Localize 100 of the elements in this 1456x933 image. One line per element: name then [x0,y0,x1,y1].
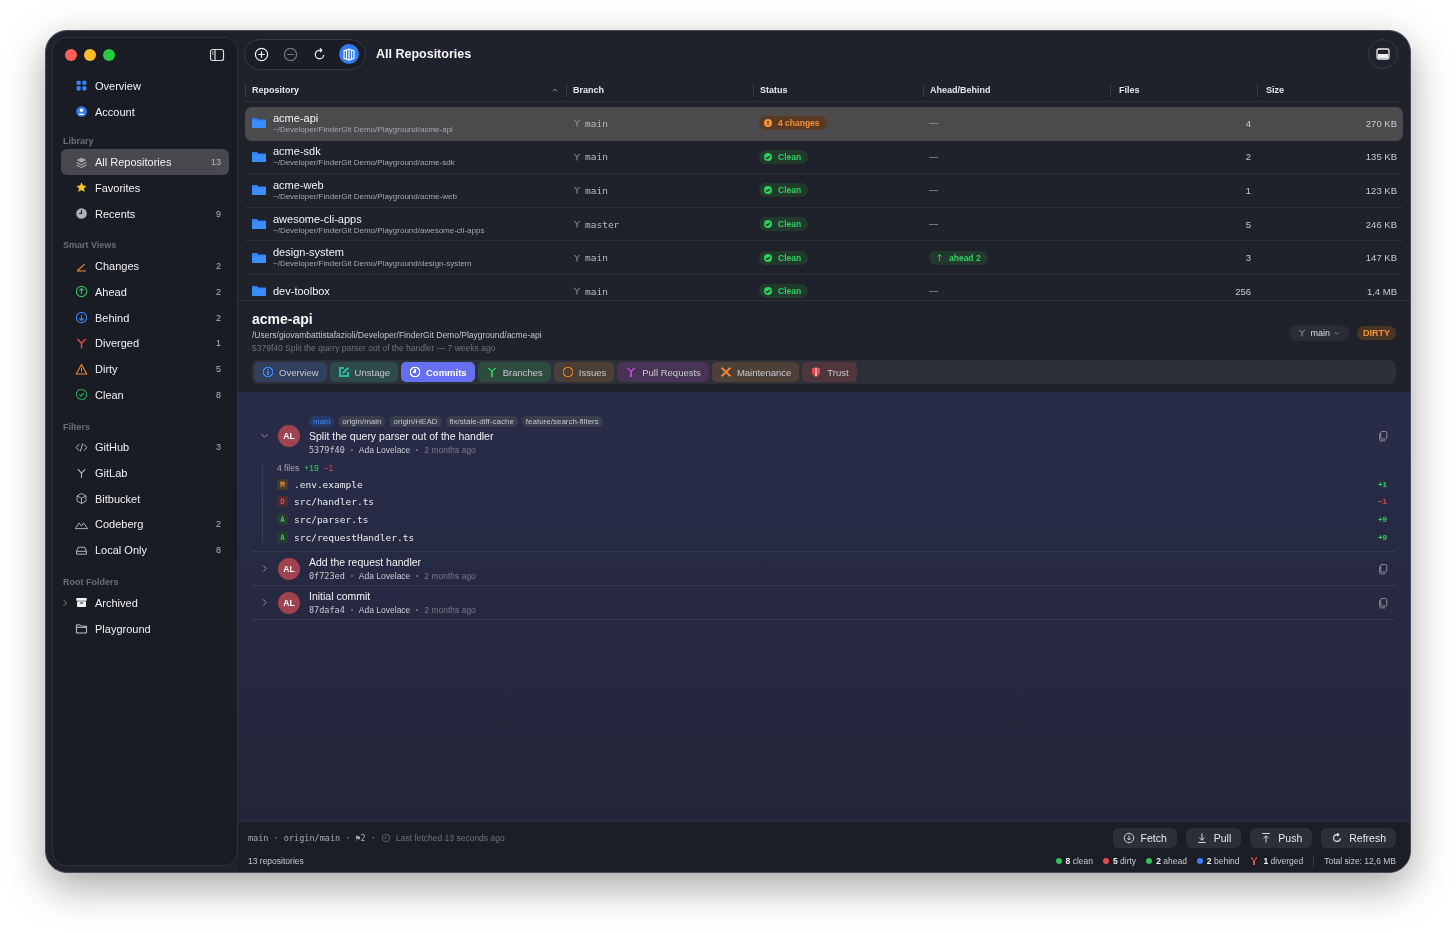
tab[interactable]: Pull Requests [617,362,709,382]
file-count: 256 [1234,285,1252,297]
tab[interactable]: Commits [401,362,475,382]
column-header[interactable]: Files [1110,83,1257,97]
tab[interactable]: Branches [477,362,551,382]
sidebar-item[interactable]: Favorites [61,175,229,201]
copy-button[interactable] [1377,562,1389,575]
sidebar-item[interactable]: Account [61,98,229,125]
repo-size: 135 KB [1364,151,1398,163]
branch-name: main [585,252,608,264]
branch-name: main [585,285,608,297]
window-control[interactable] [84,49,96,61]
author-name: Ada Lovelace [358,571,411,582]
table-row[interactable]: acme-sdk ~/Developer/FinderGit Demo/Playground/acme-sdk main Clean — 2 135 KB [245,140,1403,175]
commit-time: 2 months ago [424,605,476,616]
tab[interactable]: Overview [254,362,327,382]
repo-path: ~/Developer/FinderGit Demo/Playground/awesome-cli-apps [273,225,485,236]
sidebar-item[interactable]: Ahead 2 [61,279,229,305]
sidebar-item[interactable]: Archived [61,590,229,616]
file-count: 5 [1244,218,1252,230]
arrow-down-circle-icon [75,311,88,325]
branch-icon [572,151,582,162]
sidebar-item[interactable]: Dirty 5 [61,356,229,382]
sidebar-item[interactable]: Playground [61,615,229,642]
commit-time: 2 months ago [424,445,476,455]
branch-dropdown[interactable]: main [1289,325,1349,341]
commit-hash: 5379f40 [309,445,345,455]
file-path[interactable]: src/handler.ts [294,496,375,508]
copy-button[interactable] [1377,429,1389,442]
author-avatar: AL [278,557,300,580]
fetch-time: Last fetched 13 seconds ago [395,833,505,843]
commit-message: Split the query parser out of the handler [309,430,495,442]
window-control[interactable] [65,49,77,61]
sidebar-item[interactable]: Codeberg 2 [61,511,229,538]
app-button[interactable] [336,41,361,67]
sidebar-item[interactable]: All Repositories 13 [61,149,229,176]
window-control[interactable] [103,49,115,61]
file-count: 1 [1244,185,1252,196]
total-size: Total size: 12,6 MB [1324,856,1396,866]
app-logo-icon [338,44,359,64]
file-path[interactable]: src/parser.ts [294,514,369,525]
table-row[interactable]: acme-web ~/Developer/FinderGit Demo/Playground/acme-web main Clean — 1 123 KB [245,174,1403,208]
line-delta: +9 [1377,515,1387,524]
clock-icon [75,207,88,221]
column-header[interactable]: Ahead/Behind [923,83,1110,97]
sidebar-item[interactable]: Clean 8 [61,381,229,408]
ref-tag: main [309,416,335,427]
copy-button[interactable] [1377,596,1389,609]
tab[interactable]: Issues [553,362,615,382]
file-path[interactable]: src/requestHandler.ts [294,531,415,543]
tab[interactable]: Maintenance [711,362,800,382]
sidebar-item[interactable]: Diverged 1 [61,330,229,357]
repo-name: design-system [273,246,345,260]
status-badge: Clean [759,284,809,299]
sidebar-item[interactable]: Changes 2 [61,253,229,280]
tab[interactable]: Unstage [329,362,398,382]
column-header[interactable]: Repository [245,83,566,97]
star-icon [75,181,88,195]
arrow-up-icon [1260,832,1273,844]
fork-icon [75,466,88,480]
status-count: 2 behind [1206,856,1240,866]
file-count: 3 [1244,252,1252,264]
column-header[interactable]: Status [753,83,923,97]
arrow-up-circle-icon [75,285,88,299]
branch-icon [572,185,582,196]
toolbar-button[interactable]: Pull [1185,828,1242,848]
table-row[interactable]: acme-api ~/Developer/FinderGit Demo/Playground/acme-api main 4 changes — 4 270 KB [245,107,1403,141]
stack-icon [75,155,88,169]
sidebar-item[interactable]: Local Only 8 [61,537,229,563]
sidebar-item[interactable]: Overview [61,73,229,99]
panel-icon [1375,46,1391,62]
branch-info: main · origin/main · ⚑2 · [248,833,376,843]
repo-size: 147 KB [1364,252,1398,264]
sidebar-item[interactable]: GitHub 3 [61,434,229,461]
sidebar-item[interactable]: Recents 9 [61,200,229,227]
empty-value: — [929,219,938,230]
add-icon [254,46,269,62]
sidebar-item[interactable]: Behind 2 [61,304,229,331]
download-icon [1122,832,1135,844]
toolbar-button[interactable]: Push [1250,828,1313,848]
removed-lines: −1 [323,463,334,473]
branch-name: main [585,117,608,129]
arrow-down-icon [1195,832,1208,844]
sidebar-toggle-button[interactable] [209,47,225,63]
tab[interactable]: Trust [802,362,857,382]
ahead-badge: ahead 2 [929,250,988,265]
sidebar-item[interactable]: Bitbucket [61,485,229,512]
column-header[interactable]: Branch [566,83,753,97]
sidebar-item[interactable]: GitLab [61,460,229,486]
status-badge: Clean [759,183,809,198]
repo-name: acme-sdk [273,145,322,159]
chevron-icon [1333,329,1341,337]
toolbar-button[interactable]: Refresh [1321,828,1396,848]
copy-icon [1377,596,1389,609]
table-row[interactable]: awesome-cli-apps ~/Developer/FinderGit Demo/Playground/awesome-cli-apps master Clean — 5 246 KB [245,207,1403,242]
file-path[interactable]: .env.example [294,478,363,490]
table-row[interactable]: design-system ~/Developer/FinderGit Demo/Playground/design-system main Clean ahead 2 3 147 KB [245,241,1403,275]
toolbar-button[interactable]: Fetch [1112,828,1177,848]
column-header[interactable]: Size [1257,83,1403,97]
branch-icon [572,219,582,230]
